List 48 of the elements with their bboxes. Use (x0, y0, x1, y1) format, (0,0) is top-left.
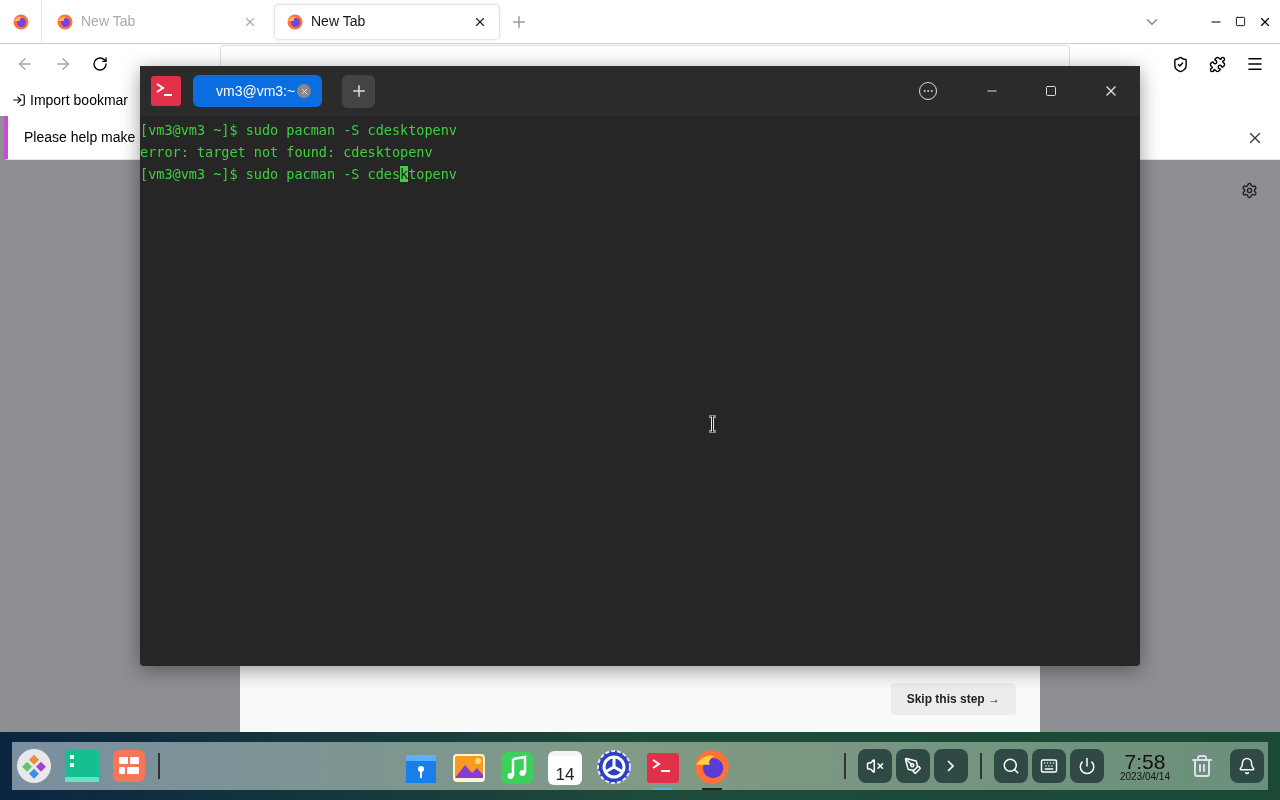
browser-logo-icon[interactable] (693, 749, 730, 785)
new-tab-button[interactable] (342, 74, 375, 108)
pen-button[interactable] (895, 749, 930, 783)
terminal-tab[interactable]: vm3@vm3:~ (193, 75, 322, 107)
notice-text: Please help make (24, 128, 136, 147)
music-icon[interactable] (499, 751, 534, 785)
power-icon (1077, 757, 1096, 775)
chevron-icon (947, 760, 955, 772)
notifications-button[interactable] (1230, 749, 1264, 783)
terminal-icon[interactable] (645, 751, 680, 785)
trash-icon[interactable] (1190, 754, 1214, 778)
pocket-icon[interactable] (1172, 55, 1189, 73)
search-icon (1001, 757, 1020, 775)
keyboard-icon (1039, 757, 1058, 775)
reload-icon[interactable] (92, 56, 108, 72)
launcher-icon[interactable] (16, 748, 52, 784)
browser-tab[interactable]: New Tab (275, 4, 499, 39)
terminal-icon (151, 76, 181, 106)
extensions-icon[interactable] (1209, 55, 1226, 73)
photos-icon[interactable] (451, 751, 486, 785)
window-list-icon[interactable] (64, 749, 100, 783)
mute-icon (865, 757, 884, 775)
menu-icon[interactable] (1246, 55, 1264, 73)
clock-time: 7:58 (1124, 750, 1166, 772)
mute-button[interactable] (857, 749, 892, 783)
bell-icon (1238, 757, 1256, 775)
browser-logo-icon (12, 13, 29, 30)
settings-icon[interactable] (1241, 182, 1258, 199)
import-icon (12, 93, 26, 107)
maximize-icon[interactable] (1235, 16, 1246, 27)
gear-icon[interactable] (595, 749, 632, 785)
multitask-icon[interactable] (112, 749, 146, 783)
terminal-line: [vm3@vm3 ~]$ sudo pacman -S cdesktopenv (140, 121, 458, 140)
clock-date: 2023/04/14 (1119, 771, 1170, 782)
calendar-day: 14 (555, 766, 575, 783)
search-button[interactable] (993, 749, 1028, 783)
chevron-button[interactable] (933, 749, 968, 783)
keyboard-button[interactable] (1031, 749, 1066, 783)
power-button[interactable] (1069, 749, 1104, 783)
skip-button[interactable]: Skip this step → (890, 682, 1016, 715)
bookmark-item[interactable]: Import bookmar (12, 89, 129, 111)
browser-logo-icon (287, 13, 303, 30)
terminal-line: [vm3@vm3 ~]$ sudo pacman -S cdesktopenv (140, 165, 458, 184)
text-cursor-icon (708, 415, 717, 433)
terminal-line: error: target not found: cdesktopenv (140, 143, 434, 162)
pen-icon (903, 757, 922, 775)
calendar-icon[interactable]: 14 (547, 751, 582, 785)
browser-logo-icon (57, 13, 73, 30)
